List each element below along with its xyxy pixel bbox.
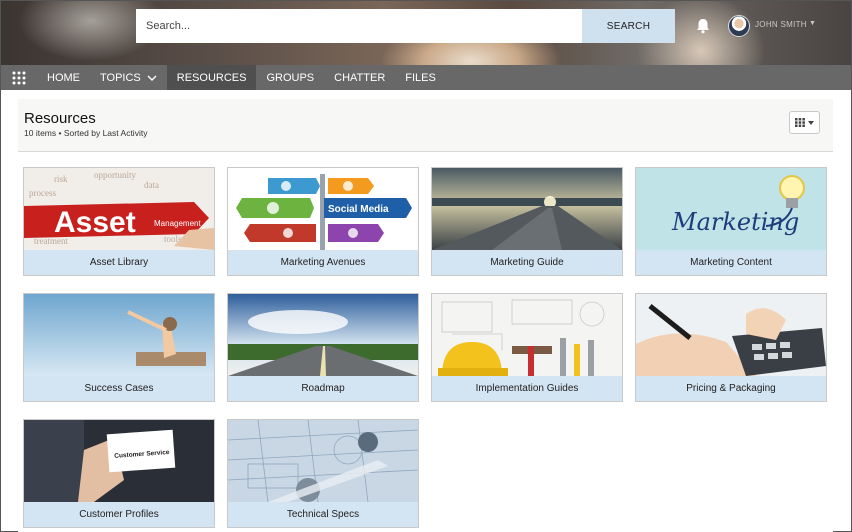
tile-image: risk opportunity process data tools treatmen… — [24, 168, 214, 250]
tile-image: Marketing — [636, 168, 826, 250]
tile-image — [432, 168, 622, 250]
tile-label: Implementation Guides — [432, 376, 622, 401]
grid-icon — [795, 118, 805, 127]
nav-label: RESOURCES — [176, 71, 247, 84]
tile-customer-profiles[interactable]: Customer Service Customer Profiles — [23, 419, 215, 528]
nav-item-resources[interactable]: RESOURCES — [166, 65, 257, 90]
chevron-down-icon — [147, 75, 157, 81]
social-media-sign-text: Social Media — [328, 204, 389, 215]
tile-marketing-avenues[interactable]: Social Media Marketing Avenues — [227, 167, 419, 276]
tile-label: Marketing Guide — [432, 250, 622, 275]
tile-label: Asset Library — [24, 250, 214, 275]
caret-down-icon — [808, 120, 814, 125]
tile-image — [636, 294, 826, 376]
tile-label: Customer Profiles — [24, 502, 214, 527]
avatar[interactable] — [728, 15, 750, 37]
search-input[interactable] — [136, 9, 582, 43]
tile-success-cases[interactable]: Success Cases — [23, 293, 215, 402]
bell-icon[interactable] — [694, 17, 712, 35]
svg-text:data: data — [144, 180, 159, 190]
tile-marketing-content[interactable]: Marketing Marketing Content — [635, 167, 827, 276]
nav-item-topics[interactable]: TOPICS — [90, 65, 167, 90]
search-button[interactable]: SEARCH — [582, 9, 675, 43]
page-subtitle: 10 items • Sorted by Last Activity — [24, 128, 148, 138]
asset-image-text: Asset — [54, 206, 136, 239]
tile-label: Pricing & Packaging — [636, 376, 826, 401]
nav-label: TOPICS — [100, 71, 141, 84]
tile-marketing-guide[interactable]: Marketing Guide — [431, 167, 623, 276]
tile-roadmap[interactable]: Roadmap — [227, 293, 419, 402]
tile-label: Success Cases — [24, 376, 214, 401]
tile-image — [24, 294, 214, 376]
page-title: Resources — [24, 110, 96, 127]
tile-image: Social Media — [228, 168, 418, 250]
nav-item-chatter[interactable]: CHATTER — [324, 65, 395, 90]
marketing-image-text: Marketing — [671, 208, 799, 236]
user-menu-caret-icon[interactable]: ▼ — [809, 20, 816, 27]
tile-image — [228, 294, 418, 376]
nav-label: HOME — [47, 71, 80, 84]
nav-label: FILES — [405, 71, 436, 84]
nav-item-files[interactable]: FILES — [395, 65, 446, 90]
tile-label: Roadmap — [228, 376, 418, 401]
nav-item-home[interactable]: HOME — [37, 65, 90, 90]
resources-panel: Resources 10 items • Sorted by Last Acti… — [18, 99, 833, 532]
app-launcher-icon[interactable] — [1, 65, 37, 90]
tile-label: Marketing Avenues — [228, 250, 418, 275]
nav-label: CHATTER — [334, 71, 386, 84]
tile-pricing-packaging[interactable]: Pricing & Packaging — [635, 293, 827, 402]
tile-image — [228, 420, 418, 502]
nav-bar: HOME TOPICS RESOURCES GROUPS CHATTER FIL… — [1, 65, 851, 90]
view-toggle-button[interactable] — [789, 111, 820, 134]
tile-technical-specs[interactable]: Technical Specs — [227, 419, 419, 528]
tile-implementation-guides[interactable]: Implementation Guides — [431, 293, 623, 402]
svg-text:process: process — [29, 188, 56, 198]
svg-text:opportunity: opportunity — [94, 170, 136, 180]
tile-image — [432, 294, 622, 376]
tile-image: Customer Service — [24, 420, 214, 502]
panel-header: Resources 10 items • Sorted by Last Acti… — [18, 99, 833, 152]
tile-label: Marketing Content — [636, 250, 826, 275]
tile-asset-library[interactable]: risk opportunity process data tools treatmen… — [23, 167, 215, 276]
nav-item-groups[interactable]: GROUPS — [256, 65, 324, 90]
tile-label: Technical Specs — [228, 502, 418, 527]
svg-text:risk: risk — [54, 174, 68, 184]
nav-label: GROUPS — [266, 71, 315, 84]
asset-image-text-2: Management — [154, 219, 201, 228]
user-name[interactable]: JOHN SMITH — [755, 20, 807, 29]
